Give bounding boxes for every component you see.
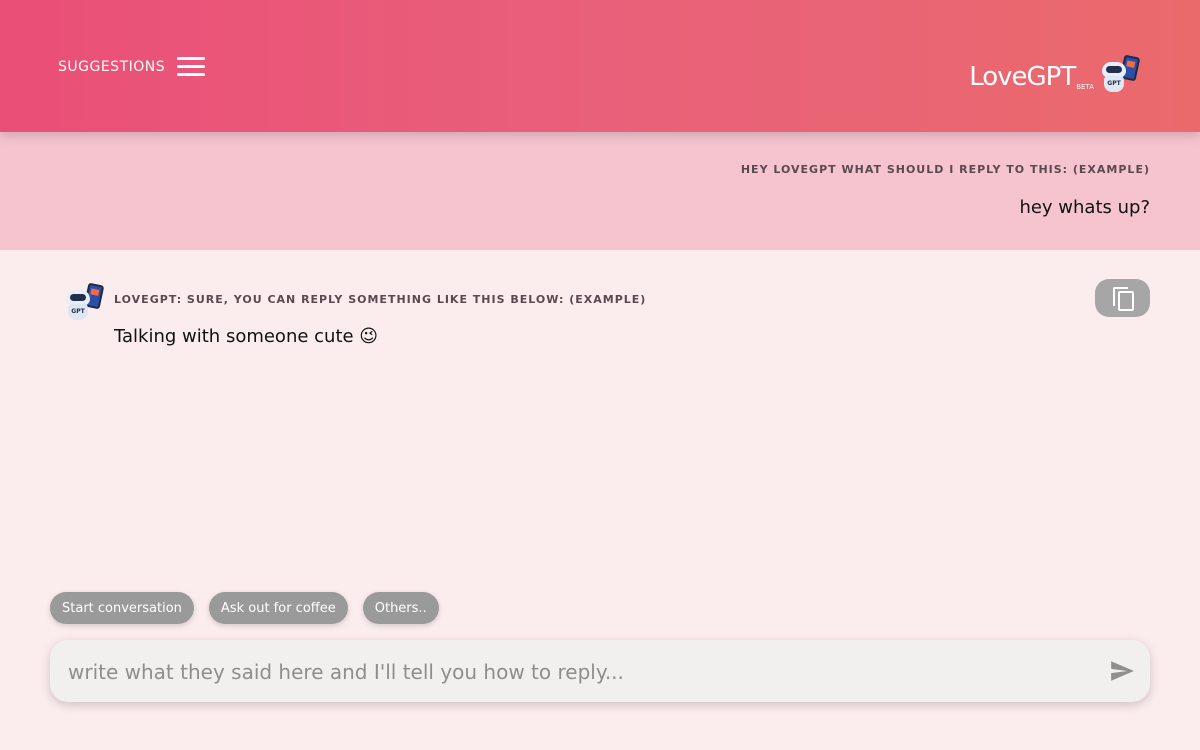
bot-message-text: Talking with someone cute 😉 bbox=[114, 326, 379, 347]
message-input-bar bbox=[50, 640, 1150, 702]
user-message-label: HEY LOVEGPT WHAT SHOULD I REPLY TO THIS:… bbox=[740, 163, 1150, 176]
copy-button[interactable] bbox=[1095, 279, 1150, 317]
hamburger-icon[interactable] bbox=[177, 57, 206, 76]
message-input[interactable] bbox=[66, 650, 1090, 694]
chip-ask-out-for-coffee[interactable]: Ask out for coffee bbox=[208, 592, 348, 624]
copy-icon bbox=[1112, 287, 1134, 311]
chip-others[interactable]: Others.. bbox=[362, 592, 439, 624]
brand-name: LoveGPT bbox=[969, 62, 1076, 92]
chip-start-conversation[interactable]: Start conversation bbox=[50, 592, 194, 624]
top-header: SUGGESTIONS LoveGPT BETA GPT bbox=[0, 0, 1200, 132]
robot-mascot-icon: GPT bbox=[1098, 54, 1141, 96]
bot-avatar-badge: GPT bbox=[68, 304, 88, 320]
suggestions-label: SUGGESTIONS bbox=[58, 58, 166, 75]
user-message-text: hey whats up? bbox=[1019, 197, 1150, 218]
bot-message-label: LOVEGPT: SURE, YOU CAN REPLY SOMETHING L… bbox=[114, 293, 647, 306]
brand-logo[interactable]: LoveGPT BETA GPT bbox=[969, 50, 1141, 92]
send-icon[interactable] bbox=[1108, 658, 1136, 684]
suggestion-chips: Start conversation Ask out for coffee Ot… bbox=[50, 592, 439, 624]
beta-badge: BETA bbox=[1076, 83, 1094, 91]
user-message-band: HEY LOVEGPT WHAT SHOULD I REPLY TO THIS:… bbox=[0, 132, 1200, 250]
suggestions-menu-button[interactable]: SUGGESTIONS bbox=[58, 57, 206, 76]
robot-badge-text: GPT bbox=[1104, 76, 1124, 92]
bot-avatar-icon: GPT bbox=[62, 282, 105, 322]
